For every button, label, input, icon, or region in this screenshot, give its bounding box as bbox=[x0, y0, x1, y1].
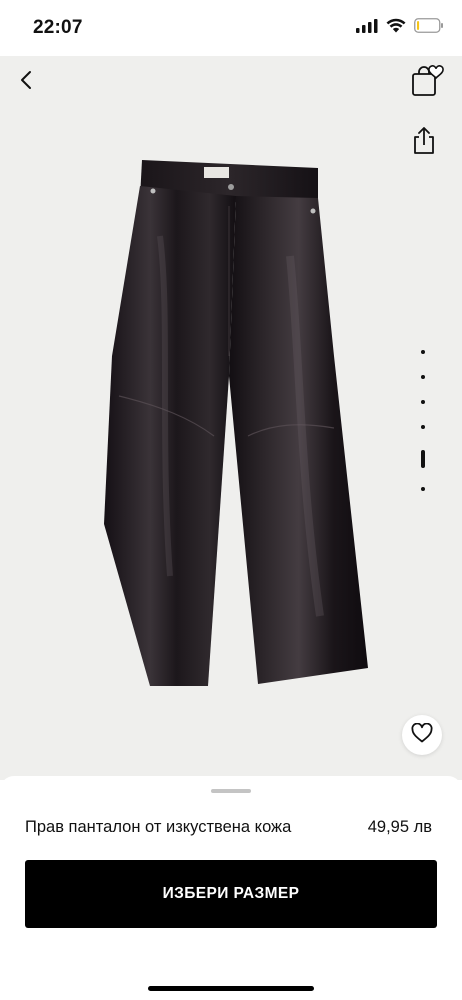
gallery-dot[interactable] bbox=[421, 425, 425, 429]
wifi-icon bbox=[386, 18, 406, 38]
product-image bbox=[104, 160, 368, 686]
gallery-dot[interactable] bbox=[421, 400, 425, 404]
signal-icon bbox=[356, 18, 378, 38]
gallery-dot[interactable] bbox=[421, 487, 425, 491]
gallery-dot-active[interactable] bbox=[421, 450, 425, 468]
battery-low-icon bbox=[414, 18, 444, 38]
product-name: Прав панталон от изкуствена кожа bbox=[25, 818, 292, 836]
gallery-dot[interactable] bbox=[421, 350, 425, 354]
share-button[interactable] bbox=[410, 125, 438, 155]
share-icon bbox=[410, 127, 438, 159]
bag-wishlist-button[interactable] bbox=[408, 64, 444, 100]
product-bottom-sheet: Прав панталон от изкуствена кожа 49,95 л… bbox=[0, 776, 462, 1000]
back-button[interactable] bbox=[10, 66, 42, 98]
status-icons bbox=[356, 18, 444, 38]
status-bar: 22:07 bbox=[0, 0, 462, 56]
gallery-page-indicator[interactable] bbox=[420, 350, 426, 512]
heart-outline-icon bbox=[411, 722, 433, 748]
gallery-dot[interactable] bbox=[421, 375, 425, 379]
select-size-label: ИЗБЕРИ РАЗМЕР bbox=[162, 885, 300, 902]
select-size-button[interactable]: ИЗБЕРИ РАЗМЕР bbox=[25, 860, 437, 928]
home-indicator[interactable] bbox=[148, 986, 314, 991]
status-time: 22:07 bbox=[33, 17, 83, 38]
chevron-left-icon bbox=[18, 69, 34, 96]
product-price: 49,95 лв bbox=[367, 818, 432, 836]
favorite-button[interactable] bbox=[402, 715, 442, 755]
product-gallery[interactable] bbox=[0, 56, 462, 780]
bag-heart-icon bbox=[408, 65, 444, 104]
sheet-drag-handle[interactable] bbox=[211, 789, 251, 793]
